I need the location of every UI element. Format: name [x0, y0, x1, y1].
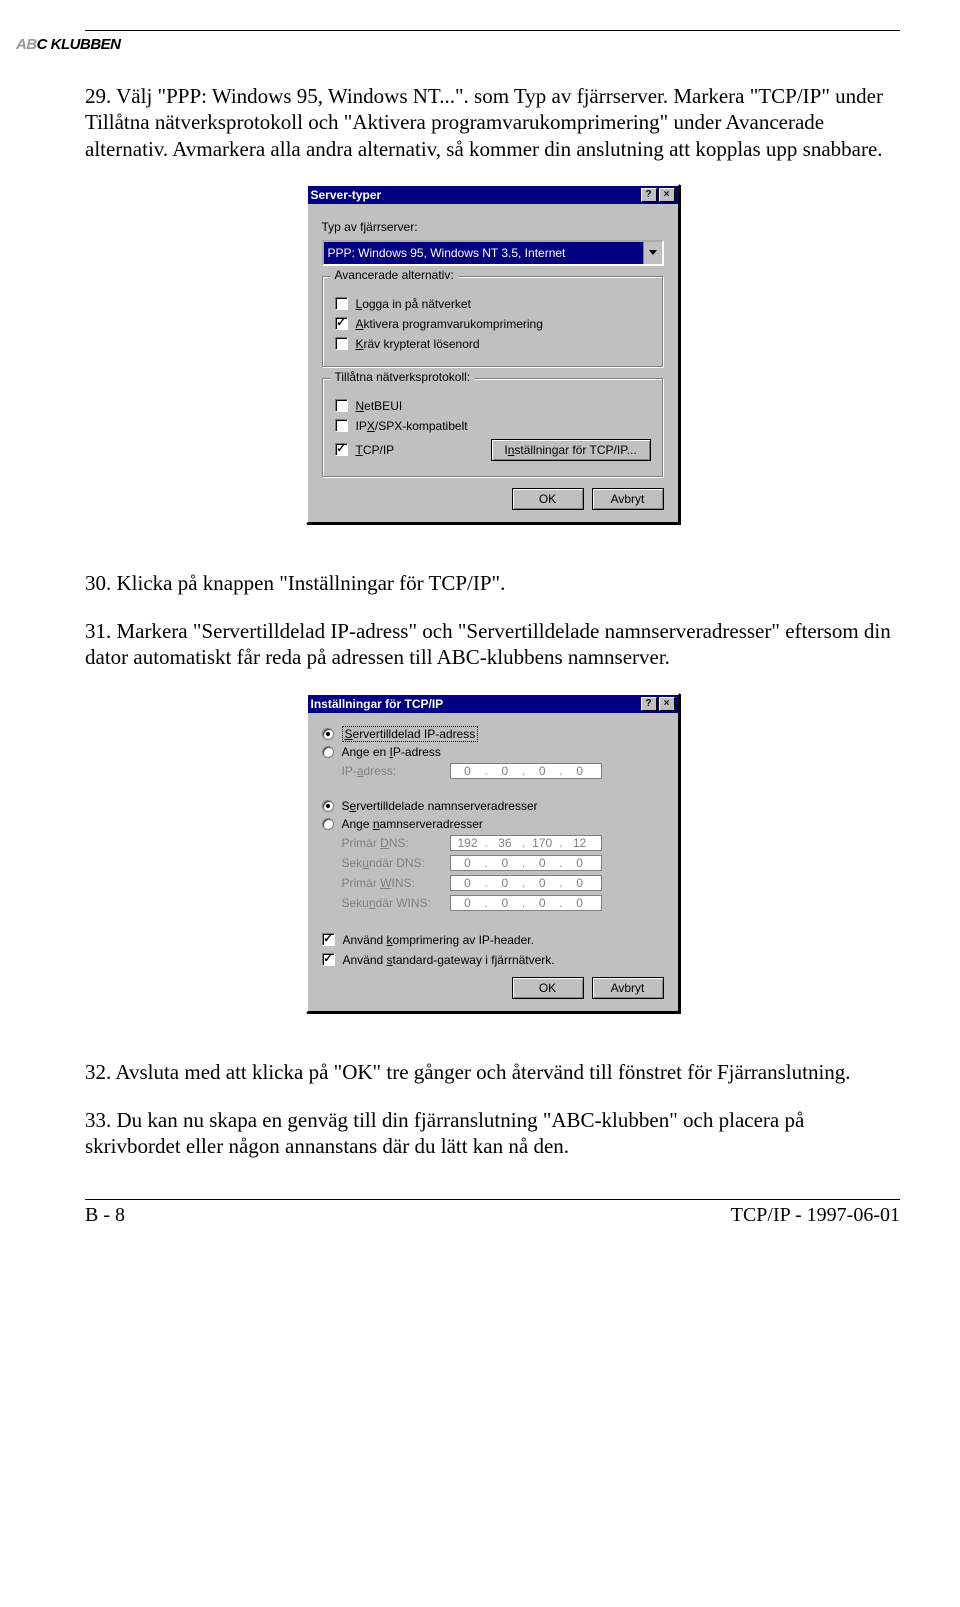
- server-assigned-ip-radio[interactable]: Servertilldelad IP-adress: [322, 727, 664, 741]
- tcpip-settings-dialog: Inställningar för TCP/IP ? × Servertilld…: [306, 693, 680, 1013]
- checkbox-icon: ✓: [322, 933, 335, 946]
- tcpip-option[interactable]: ✓ TCP/IP Inställningar för TCP/IP...: [335, 439, 651, 461]
- titlebar: Server-typer ? ×: [308, 186, 678, 204]
- checkbox-icon: [335, 337, 348, 350]
- advanced-options-group: Avancerade alternativ: Logga in på nätve…: [322, 276, 664, 368]
- encrypted-password-option[interactable]: Kräv krypterat lösenord: [335, 337, 651, 351]
- header-rule: [85, 30, 900, 31]
- ip-address-input[interactable]: 0. 0. 0. 0: [450, 763, 602, 779]
- paragraph-32: 32. Avsluta med att klicka på "OK" tre g…: [85, 1059, 900, 1085]
- titlebar: Inställningar för TCP/IP ? ×: [308, 695, 678, 713]
- netbeui-option[interactable]: NetBEUI: [335, 399, 651, 413]
- advanced-options-legend: Avancerade alternativ:: [331, 268, 458, 282]
- radio-icon: [322, 728, 334, 740]
- dialog-title: Server-typer: [311, 188, 382, 202]
- protocols-legend: Tillåtna nätverksprotokoll:: [331, 370, 475, 384]
- specify-dns-radio[interactable]: Ange namnserveradresser: [322, 817, 664, 831]
- server-types-dialog: Server-typer ? × Typ av fjärrserver: PPP…: [306, 184, 680, 524]
- allowed-protocols-group: Tillåtna nätverksprotokoll: NetBEUI IPX/…: [322, 378, 664, 478]
- server-type-select[interactable]: PPP: Windows 95, Windows NT 3.5, Interne…: [322, 240, 664, 266]
- checkbox-icon: [335, 399, 348, 412]
- close-button[interactable]: ×: [659, 697, 675, 711]
- help-button[interactable]: ?: [641, 188, 657, 202]
- server-assigned-dns-radio[interactable]: Servertilldelade namnserveradresser: [322, 799, 664, 813]
- secondary-dns-row: Sekundär DNS: 0. 0. 0. 0: [342, 855, 664, 871]
- page-footer: B - 8 TCP/IP - 1997-06-01: [85, 1199, 900, 1227]
- primary-dns-row: Primär DNS: 192. 36. 170. 12: [342, 835, 664, 851]
- ok-button[interactable]: OK: [512, 977, 584, 999]
- checkbox-icon: [335, 297, 348, 310]
- default-gateway-option[interactable]: ✓ Använd standard-gateway i fjärrnätverk…: [322, 953, 664, 967]
- paragraph-31: 31. Markera "Servertilldelad IP-adress" …: [85, 618, 900, 671]
- brand-logo: ABC KLUBBEN: [16, 36, 121, 53]
- cancel-button[interactable]: Avbryt: [592, 488, 664, 510]
- radio-icon: [322, 800, 334, 812]
- cancel-button[interactable]: Avbryt: [592, 977, 664, 999]
- server-type-value: PPP: Windows 95, Windows NT 3.5, Interne…: [324, 242, 643, 264]
- dialog-title: Inställningar för TCP/IP: [311, 697, 444, 711]
- checkbox-icon: [335, 419, 348, 432]
- primary-wins-input[interactable]: 0. 0. 0. 0: [450, 875, 602, 891]
- footer-right: TCP/IP - 1997-06-01: [731, 1204, 900, 1227]
- software-compression-option[interactable]: ✓ Aktivera programvarukomprimering: [335, 317, 651, 331]
- checkbox-icon: ✓: [335, 443, 348, 456]
- help-button[interactable]: ?: [641, 697, 657, 711]
- secondary-wins-input[interactable]: 0. 0. 0. 0: [450, 895, 602, 911]
- specify-ip-radio[interactable]: Ange en IP-adress: [322, 745, 664, 759]
- paragraph-30: 30. Klicka på knappen "Inställningar för…: [85, 570, 900, 596]
- radio-icon: [322, 746, 334, 758]
- tcpip-settings-button[interactable]: Inställningar för TCP/IP...: [491, 439, 651, 461]
- ip-address-label: IP-adress:: [342, 764, 442, 778]
- radio-icon: [322, 818, 334, 830]
- primary-dns-input[interactable]: 192. 36. 170. 12: [450, 835, 602, 851]
- secondary-wins-row: Sekundär WINS: 0. 0. 0. 0: [342, 895, 664, 911]
- dropdown-arrow-icon: [643, 242, 662, 264]
- paragraph-29: 29. Välj "PPP: Windows 95, Windows NT...…: [85, 83, 900, 162]
- footer-left: B - 8: [85, 1204, 125, 1227]
- close-button[interactable]: ×: [659, 188, 675, 202]
- primary-wins-row: Primär WINS: 0. 0. 0. 0: [342, 875, 664, 891]
- secondary-dns-input[interactable]: 0. 0. 0. 0: [450, 855, 602, 871]
- ipx-spx-option[interactable]: IPX/SPX-kompatibelt: [335, 419, 651, 433]
- logon-network-option[interactable]: Logga in på nätverket: [335, 297, 651, 311]
- checkbox-icon: ✓: [335, 317, 348, 330]
- ok-button[interactable]: OK: [512, 488, 584, 510]
- ip-address-row: IP-adress: 0. 0. 0. 0: [342, 763, 664, 779]
- type-label: Typ av fjärrserver:: [322, 220, 664, 234]
- checkbox-icon: ✓: [322, 953, 335, 966]
- ip-header-compression-option[interactable]: ✓ Använd komprimering av IP-header.: [322, 933, 664, 947]
- paragraph-33: 33. Du kan nu skapa en genväg till din f…: [85, 1107, 900, 1160]
